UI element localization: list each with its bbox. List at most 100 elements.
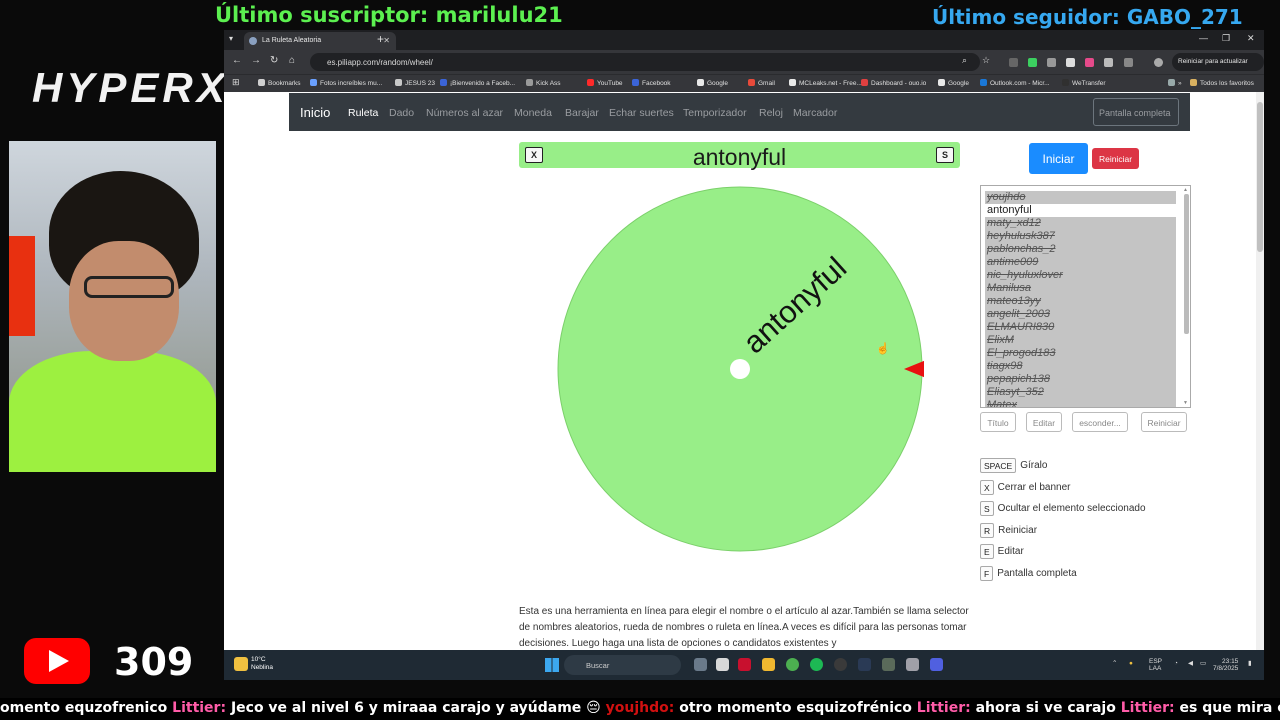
list-item[interactable]: Eliasyt_352 (985, 386, 1176, 399)
clock[interactable]: 23:15 7/8/2025 (1213, 658, 1238, 672)
steam-icon[interactable] (858, 658, 871, 671)
extension-icon[interactable] (1085, 58, 1094, 67)
bookmark-item[interactable]: Kick Ass (526, 79, 561, 87)
bookmark-star-icon[interactable]: ☆ (982, 55, 990, 66)
microphone-icon[interactable]: ● (1129, 660, 1133, 667)
bookmark-item[interactable]: Fotos increíbles mu... (310, 79, 382, 87)
minimize-icon[interactable]: — (1199, 33, 1208, 43)
edit-button[interactable]: Editar (1026, 412, 1062, 432)
page-scrollbar[interactable] (1256, 92, 1264, 650)
list-item[interactable]: Manilusa (985, 282, 1176, 295)
more-bookmarks-icon[interactable]: » (1168, 79, 1182, 87)
spin-wheel[interactable]: antonyful (556, 185, 924, 553)
list-item[interactable]: angelit_2003 (985, 308, 1176, 321)
new-tab-icon[interactable]: + (377, 32, 384, 46)
obs-icon[interactable] (834, 658, 847, 671)
list-reset-button[interactable]: Reiniciar (1141, 412, 1187, 432)
nav-link-temporizador[interactable]: Temporizador (683, 107, 747, 119)
bookmark-item[interactable]: MCLeaks.net - Free... (789, 79, 862, 87)
nav-link-n-meros-al-azar[interactable]: Números al azar (426, 107, 503, 119)
update-button[interactable]: Reiniciar para actualizar (1172, 53, 1264, 71)
bookmark-item[interactable]: Dashboard - ouo.io (861, 79, 926, 87)
list-item[interactable]: antonyful (985, 204, 1176, 217)
reload-icon[interactable]: ↻ (270, 55, 278, 66)
restore-icon[interactable]: ❐ (1222, 33, 1230, 44)
hide-button[interactable]: esconder... (1072, 412, 1128, 432)
bookmark-item[interactable]: Bookmarks (258, 79, 301, 87)
list-item[interactable]: mateo13yy (985, 295, 1176, 308)
extension-icon[interactable] (1028, 58, 1037, 67)
zoom-icon[interactable]: ⌕ (962, 55, 967, 66)
apps-grid-icon[interactable]: ⊞ (232, 77, 240, 88)
forward-icon[interactable]: → (251, 55, 261, 66)
language-indicator[interactable]: ESP LAA (1149, 658, 1162, 672)
windows-start-icon[interactable] (545, 658, 559, 672)
page-scrollbar-thumb[interactable] (1257, 102, 1263, 252)
nav-link-reloj[interactable]: Reloj (759, 107, 783, 119)
url-input[interactable]: es.piliapp.com/random/wheel/ (310, 53, 980, 71)
close-tab-icon[interactable]: ✕ (383, 36, 390, 45)
chrome-icon[interactable] (786, 658, 799, 671)
weather-widget[interactable]: 10°C Neblina (251, 656, 273, 672)
bookmark-item[interactable]: JESUS 23 (395, 79, 435, 87)
list-item[interactable]: pepapich138 (985, 373, 1176, 386)
tray-chevron-icon[interactable]: ⌃ (1112, 660, 1117, 667)
bookmark-item[interactable]: Google (697, 79, 728, 87)
nav-link-echar-suertes[interactable]: Echar suertes (609, 107, 674, 119)
bookmark-item[interactable]: ¡Bienvenido a Faceb... (440, 79, 515, 87)
hide-selected-button[interactable]: S (936, 147, 954, 163)
notifications-icon[interactable]: ▮ (1248, 660, 1252, 667)
list-item[interactable]: El_progod183 (985, 347, 1176, 360)
app-icon[interactable] (738, 658, 751, 671)
tab-ruleta[interactable]: La Ruleta Aleatoria ✕ (244, 32, 396, 50)
back-icon[interactable]: ← (232, 55, 242, 66)
spotify-icon[interactable] (810, 658, 823, 671)
list-item[interactable]: ELMAURI830 (985, 321, 1176, 334)
list-scrollbar[interactable] (1184, 194, 1189, 334)
nav-link-marcador[interactable]: Marcador (793, 107, 837, 119)
taskbar-search[interactable]: Buscar (564, 655, 681, 675)
x-app-icon[interactable] (716, 658, 729, 671)
bookmark-item[interactable]: YouTube (587, 79, 623, 87)
network-icon[interactable]: ◔ (1174, 660, 1178, 667)
list-item[interactable]: pablonchas_2 (985, 243, 1176, 256)
app-icon[interactable] (906, 658, 919, 671)
list-item[interactable]: ElixM (985, 334, 1176, 347)
list-item[interactable]: Matex (985, 399, 1176, 407)
task-view-icon[interactable] (694, 658, 707, 671)
nav-brand-home[interactable]: Inicio (300, 105, 330, 120)
entries-list[interactable]: youjhdo antonyful maty_xd12 heyhulusk387 pab… (980, 185, 1191, 408)
home-icon[interactable]: ⌂ (289, 55, 295, 66)
tab-search-icon[interactable]: ▾ (229, 34, 233, 43)
list-item[interactable]: heyhulusk387 (985, 230, 1176, 243)
nav-link-moneda[interactable]: Moneda (514, 107, 552, 119)
scroll-up-icon[interactable]: ▲ (1183, 187, 1188, 193)
list-item[interactable]: antime009 (985, 256, 1176, 269)
nav-link-dado[interactable]: Dado (389, 107, 414, 119)
list-item[interactable]: maty_xd12 (985, 217, 1176, 230)
list-item[interactable]: nic_hyuluxlover (985, 269, 1176, 282)
volume-icon[interactable]: ◀ (1188, 660, 1193, 667)
file-explorer-icon[interactable] (762, 658, 775, 671)
bookmark-item[interactable]: Google (938, 79, 969, 87)
reset-button[interactable]: Reiniciar (1092, 148, 1139, 169)
profile-avatar-icon[interactable] (1154, 58, 1163, 67)
app-icon[interactable] (882, 658, 895, 671)
nav-link-ruleta[interactable]: Ruleta (348, 107, 378, 119)
bookmark-item[interactable]: Gmail (748, 79, 775, 87)
extensions-puzzle-icon[interactable] (1124, 58, 1133, 67)
list-item[interactable]: tiagx98 (985, 360, 1176, 373)
extension-icon[interactable] (1066, 58, 1075, 67)
list-item[interactable]: youjhdo (985, 191, 1176, 204)
extension-icon[interactable] (1104, 58, 1113, 67)
weather-icon[interactable] (234, 657, 248, 671)
nav-link-barajar[interactable]: Barajar (565, 107, 599, 119)
start-spin-button[interactable]: Iniciar (1029, 143, 1088, 174)
title-button[interactable]: Título (980, 412, 1016, 432)
extension-icon[interactable] (1047, 58, 1056, 67)
scroll-down-icon[interactable]: ▼ (1183, 400, 1188, 406)
all-favorites-folder[interactable]: Todos los favoritos (1190, 79, 1254, 87)
bookmark-item[interactable]: Facebook (632, 79, 671, 87)
bookmark-item[interactable]: WeTransfer (1062, 79, 1106, 87)
extension-icon[interactable] (1009, 58, 1018, 67)
